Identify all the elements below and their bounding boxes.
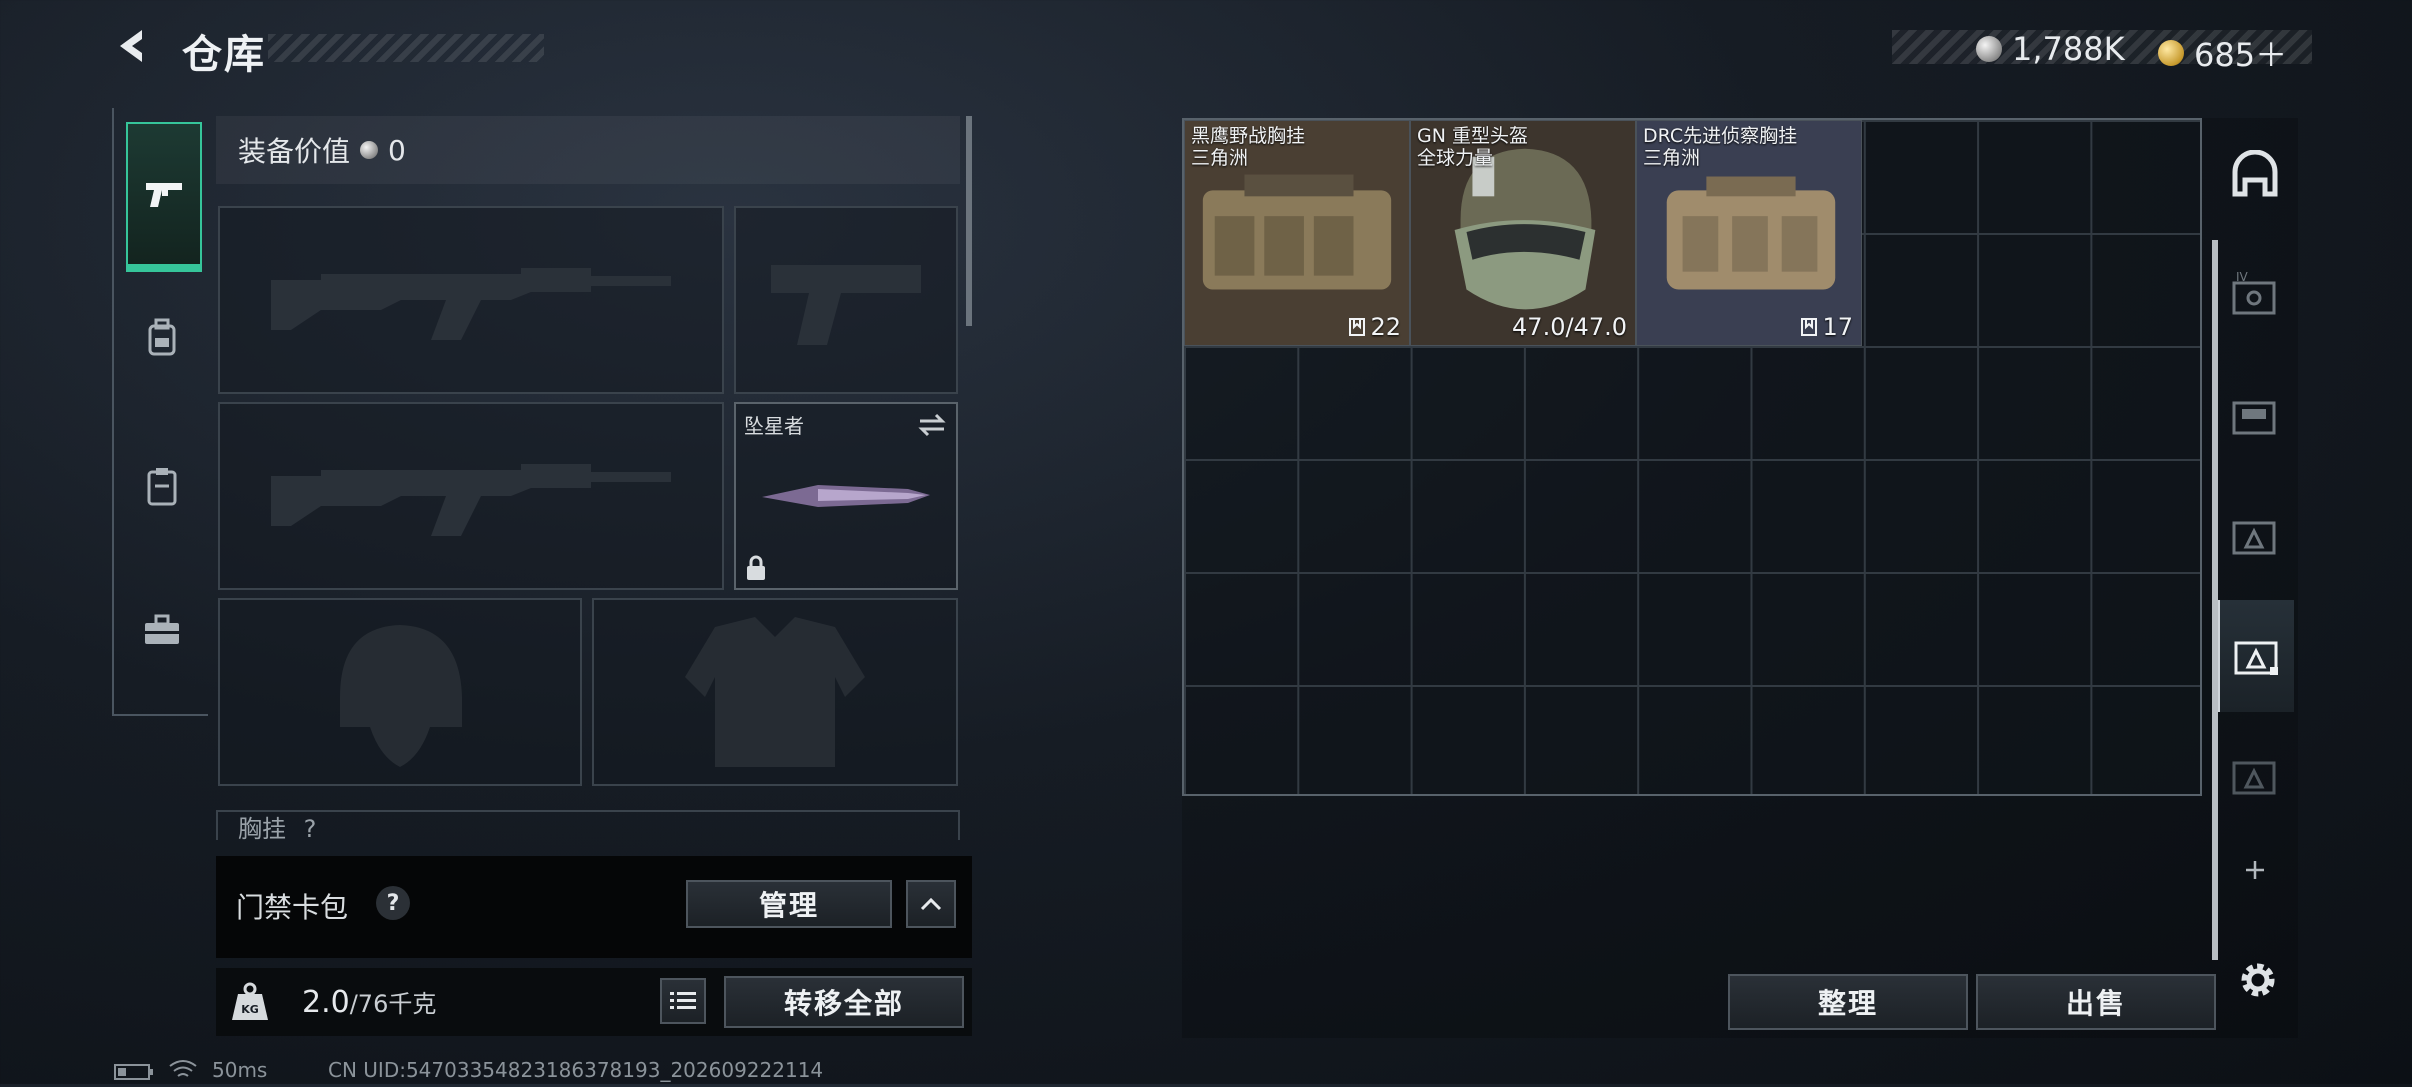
storage-grid[interactable]: 黑鹰野战胸挂 三角洲 22 GN 重型头盔 全球力量 47.0/47.0 DRC… [1182, 118, 2202, 796]
uid-text: CN UID:54703354823186378193_202609222114 [328, 1058, 824, 1082]
armor-silhouette-icon [685, 617, 865, 767]
item-name: GN 重型头盔 全球力量 [1417, 125, 1528, 169]
chest-rig-count: ? [303, 815, 317, 840]
storage-tab-main[interactable] [2218, 120, 2292, 232]
chest-rig-label: 胸挂 [238, 815, 286, 840]
list-view-button[interactable] [660, 978, 706, 1024]
item-capacity: 22 [1348, 313, 1401, 341]
silver-coin-icon [1976, 36, 2002, 62]
transfer-all-button[interactable]: 转移全部 [724, 976, 964, 1028]
access-card-label: 门禁卡包 [236, 891, 349, 924]
storage-box-icon [2232, 521, 2276, 555]
weight-capacity: /76千克 [349, 990, 437, 1018]
svg-text:IV: IV [2236, 270, 2249, 284]
storage-box-icon: IV [2232, 270, 2276, 315]
weight-bar: KG 2.0/76千克 转移全部 [216, 968, 972, 1036]
item-durability: 47.0/47.0 [1512, 313, 1627, 341]
gold-coin-icon [2158, 40, 2184, 66]
pistol-icon [146, 183, 182, 207]
storage-box-icon [2232, 761, 2276, 795]
settings-button[interactable] [2234, 956, 2282, 1004]
storage-tab-4[interactable]: IV [2218, 240, 2292, 352]
storage-box-icon [2234, 641, 2278, 675]
add-storage-button[interactable] [2218, 840, 2292, 900]
storage-item[interactable]: DRC先进侦察胸挂 三角洲 17 [1636, 120, 1862, 346]
chest-rig-slot[interactable]: 胸挂 ? [216, 810, 960, 840]
item-name: DRC先进侦察胸挂 三角洲 [1643, 125, 1798, 169]
rig-tab[interactable] [126, 416, 198, 556]
storage-tab-5[interactable] [2218, 720, 2292, 832]
primary-weapon-slot[interactable] [218, 206, 724, 394]
loadout-scrollbar[interactable] [966, 116, 972, 326]
title-decoration [268, 34, 544, 62]
loadout-panel: 装备价值 0 坠星者 胸挂 ? [216, 116, 974, 840]
access-card-bar: 门禁卡包 ? 管理 [216, 856, 972, 958]
knife-icon [762, 485, 930, 507]
storage-item[interactable]: GN 重型头盔 全球力量 47.0/47.0 [1410, 120, 1636, 346]
battery-icon [114, 1062, 154, 1086]
warehouse-icon [2232, 150, 2278, 197]
storage-item[interactable]: 黑鹰野战胸挂 三角洲 22 [1184, 120, 1410, 346]
weight-icon: KG [232, 982, 268, 1020]
storage-tab-3[interactable] [2218, 360, 2292, 472]
secondary-weapon-slot[interactable] [734, 206, 958, 394]
weapon-tab[interactable] [126, 122, 202, 272]
list-icon [670, 992, 696, 1009]
equipment-value: 0 [388, 133, 406, 167]
helmet-slot[interactable] [218, 598, 582, 786]
weight-display: 2.0/76千克 [302, 984, 436, 1020]
svg-text:KG: KG [241, 1003, 259, 1016]
backpack-icon [148, 318, 176, 356]
storage-tab-column: IV [2218, 120, 2294, 960]
storage-tab-1[interactable] [2218, 600, 2294, 712]
clipboard-icon [147, 468, 177, 506]
ping-text: 50ms [212, 1058, 268, 1082]
capacity-icon [1349, 318, 1366, 336]
helmet-silhouette-icon [340, 625, 462, 767]
collapse-button[interactable] [906, 880, 956, 928]
page-title: 仓库 [182, 32, 266, 78]
weight-current: 2.0 [302, 985, 350, 1020]
melee-slot[interactable]: 坠星者 [734, 402, 958, 590]
toolbox-tab[interactable] [126, 560, 198, 700]
gold-currency-value: 685＋ [2194, 36, 2288, 74]
plus-icon [2246, 861, 2264, 879]
rifle-silhouette-icon [271, 268, 671, 340]
gear-icon [2241, 963, 2275, 997]
item-name: 黑鹰野战胸挂 三角洲 [1191, 125, 1306, 169]
rifle-silhouette-icon [271, 464, 671, 536]
back-arrow-icon [120, 30, 142, 62]
silver-currency-value: 1,788K [2012, 30, 2125, 68]
back-button[interactable] [112, 24, 156, 68]
pistol-silhouette-icon [771, 265, 921, 345]
chevron-up-icon [920, 897, 942, 911]
sell-button[interactable]: 出售 [1976, 974, 2216, 1030]
sort-button[interactable]: 整理 [1728, 974, 1968, 1030]
secondary-primary-slot[interactable] [218, 402, 724, 590]
equipment-value-label: 装备价值 [238, 135, 351, 168]
capacity-icon [1801, 318, 1818, 336]
silver-currency: 1,788K [1976, 30, 2125, 68]
wifi-icon [168, 1058, 198, 1087]
item-capacity: 17 [1800, 313, 1853, 341]
category-tab-rail [112, 108, 208, 716]
gold-currency[interactable]: 685＋ [2158, 30, 2287, 76]
equipment-value-bar: 装备价值 0 [216, 116, 960, 184]
toolbox-icon [145, 614, 179, 644]
storage-tab-2[interactable] [2218, 480, 2292, 592]
lock-icon [747, 555, 765, 580]
manage-button[interactable]: 管理 [686, 880, 892, 928]
armor-slot[interactable] [592, 598, 958, 786]
silver-coin-icon [360, 141, 379, 159]
storage-box-icon [2232, 401, 2276, 435]
help-icon[interactable]: ? [376, 886, 410, 920]
gear-tab[interactable] [126, 268, 198, 408]
